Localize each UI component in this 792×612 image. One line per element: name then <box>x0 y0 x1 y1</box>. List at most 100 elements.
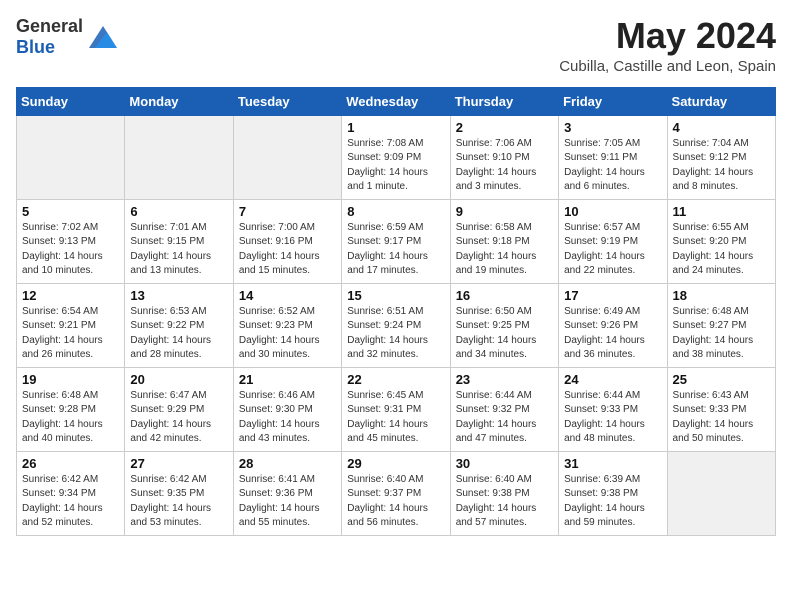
day-info: Sunrise: 6:59 AMSunset: 9:17 PMDaylight:… <box>347 221 444 279</box>
day-number: 19 <box>22 372 119 387</box>
day-number: 5 <box>22 204 119 219</box>
day-number: 6 <box>130 204 227 219</box>
day-info: Sunrise: 6:42 AMSunset: 9:35 PMDaylight:… <box>130 473 227 531</box>
calendar-cell: 8Sunrise: 6:59 AMSunset: 9:17 PMDaylight… <box>342 199 450 283</box>
day-info: Sunrise: 6:42 AMSunset: 9:34 PMDaylight:… <box>22 473 119 531</box>
day-number: 2 <box>456 120 553 135</box>
logo-blue: Blue <box>16 37 55 57</box>
calendar-cell: 10Sunrise: 6:57 AMSunset: 9:19 PMDayligh… <box>559 199 667 283</box>
calendar-cell: 7 Sunrise: 7:00 AMSunset: 9:16 PMDaylight… <box>233 199 341 283</box>
day-info: Sunrise: 6:55 AMSunset: 9:20 PMDaylight:… <box>673 221 770 279</box>
calendar-cell: 2Sunrise: 7:06 AMSunset: 9:10 PMDaylight… <box>450 115 558 199</box>
logo: General Blue <box>16 16 117 58</box>
calendar-cell: 25 Sunrise: 6:43 AMSunset: 9:33 PMDayligh… <box>667 367 775 451</box>
day-info: Sunrise: 6:48 AMSunset: 9:28 PMDaylight:… <box>22 389 119 447</box>
day-number: 20 <box>130 372 227 387</box>
day-info: Sunrise: 6:49 AMSunset: 9:26 PMDaylight:… <box>564 305 661 363</box>
calendar-cell: 30 Sunrise: 6:40 AMSunset: 9:38 PMDayligh… <box>450 451 558 535</box>
calendar-cell <box>125 115 233 199</box>
day-number: 24 <box>564 372 661 387</box>
day-number: 4 <box>673 120 770 135</box>
calendar-week-row: 5 Sunrise: 7:02 AMSunset: 9:13 PMDaylight… <box>17 199 776 283</box>
weekday-header-friday: Friday <box>559 87 667 115</box>
calendar-cell: 21 Sunrise: 6:46 AMSunset: 9:30 PMDayligh… <box>233 367 341 451</box>
calendar-cell: 20 Sunrise: 6:47 AMSunset: 9:29 PMDayligh… <box>125 367 233 451</box>
calendar-cell: 14Sunrise: 6:52 AMSunset: 9:23 PMDayligh… <box>233 283 341 367</box>
day-info: Sunrise: 6:47 AMSunset: 9:29 PMDaylight:… <box>130 389 227 447</box>
day-number: 31 <box>564 456 661 471</box>
day-info: Sunrise: 6:48 AMSunset: 9:27 PMDaylight:… <box>673 305 770 363</box>
day-info: Sunrise: 6:54 AMSunset: 9:21 PMDaylight:… <box>22 305 119 363</box>
calendar-cell: 1Sunrise: 7:08 AMSunset: 9:09 PMDaylight… <box>342 115 450 199</box>
logo-text: General Blue <box>16 16 83 58</box>
calendar-cell: 17 Sunrise: 6:49 AMSunset: 9:26 PMDayligh… <box>559 283 667 367</box>
calendar-cell: 5 Sunrise: 7:02 AMSunset: 9:13 PMDaylight… <box>17 199 125 283</box>
calendar-cell: 16 Sunrise: 6:50 AMSunset: 9:25 PMDayligh… <box>450 283 558 367</box>
day-number: 26 <box>22 456 119 471</box>
calendar-cell: 24 Sunrise: 6:44 AMSunset: 9:33 PMDayligh… <box>559 367 667 451</box>
day-info: Sunrise: 6:52 AMSunset: 9:23 PMDaylight:… <box>239 305 336 363</box>
day-info: Sunrise: 6:50 AMSunset: 9:25 PMDaylight:… <box>456 305 553 363</box>
location-title: Cubilla, Castille and Leon, Spain <box>559 58 776 75</box>
day-number: 15 <box>347 288 444 303</box>
day-number: 7 <box>239 204 336 219</box>
weekday-header-row: SundayMondayTuesdayWednesdayThursdayFrid… <box>17 87 776 115</box>
day-info: Sunrise: 6:41 AMSunset: 9:36 PMDaylight:… <box>239 473 336 531</box>
calendar-cell: 13Sunrise: 6:53 AMSunset: 9:22 PMDayligh… <box>125 283 233 367</box>
day-info: Sunrise: 6:51 AMSunset: 9:24 PMDaylight:… <box>347 305 444 363</box>
calendar-cell: 6Sunrise: 7:01 AMSunset: 9:15 PMDaylight… <box>125 199 233 283</box>
day-info: Sunrise: 6:44 AMSunset: 9:33 PMDaylight:… <box>564 389 661 447</box>
calendar-cell <box>667 451 775 535</box>
calendar-cell: 22Sunrise: 6:45 AMSunset: 9:31 PMDayligh… <box>342 367 450 451</box>
logo-icon <box>89 26 117 48</box>
calendar-table: SundayMondayTuesdayWednesdayThursdayFrid… <box>16 87 776 536</box>
calendar-cell: 23 Sunrise: 6:44 AMSunset: 9:32 PMDayligh… <box>450 367 558 451</box>
calendar-cell: 18Sunrise: 6:48 AMSunset: 9:27 PMDayligh… <box>667 283 775 367</box>
weekday-header-monday: Monday <box>125 87 233 115</box>
calendar-cell: 27 Sunrise: 6:42 AMSunset: 9:35 PMDayligh… <box>125 451 233 535</box>
weekday-header-thursday: Thursday <box>450 87 558 115</box>
month-title: May 2024 <box>559 16 776 56</box>
day-number: 28 <box>239 456 336 471</box>
day-number: 25 <box>673 372 770 387</box>
day-number: 27 <box>130 456 227 471</box>
day-number: 23 <box>456 372 553 387</box>
day-info: Sunrise: 6:45 AMSunset: 9:31 PMDaylight:… <box>347 389 444 447</box>
calendar-cell: 26 Sunrise: 6:42 AMSunset: 9:34 PMDayligh… <box>17 451 125 535</box>
calendar-cell: 12 Sunrise: 6:54 AMSunset: 9:21 PMDayligh… <box>17 283 125 367</box>
page-header: General Blue May 2024 Cubilla, Castille … <box>16 16 776 75</box>
day-number: 30 <box>456 456 553 471</box>
day-info: Sunrise: 6:43 AMSunset: 9:33 PMDaylight:… <box>673 389 770 447</box>
day-number: 10 <box>564 204 661 219</box>
weekday-header-tuesday: Tuesday <box>233 87 341 115</box>
calendar-week-row: 12 Sunrise: 6:54 AMSunset: 9:21 PMDayligh… <box>17 283 776 367</box>
calendar-cell: 9 Sunrise: 6:58 AMSunset: 9:18 PMDaylight… <box>450 199 558 283</box>
day-info: Sunrise: 7:02 AMSunset: 9:13 PMDaylight:… <box>22 221 119 279</box>
calendar-cell: 15 Sunrise: 6:51 AMSunset: 9:24 PMDayligh… <box>342 283 450 367</box>
day-number: 3 <box>564 120 661 135</box>
day-info: Sunrise: 6:40 AMSunset: 9:37 PMDaylight:… <box>347 473 444 531</box>
calendar-week-row: 26 Sunrise: 6:42 AMSunset: 9:34 PMDayligh… <box>17 451 776 535</box>
day-number: 21 <box>239 372 336 387</box>
day-info: Sunrise: 6:44 AMSunset: 9:32 PMDaylight:… <box>456 389 553 447</box>
day-info: Sunrise: 7:04 AMSunset: 9:12 PMDaylight:… <box>673 137 770 195</box>
day-info: Sunrise: 6:40 AMSunset: 9:38 PMDaylight:… <box>456 473 553 531</box>
weekday-header-saturday: Saturday <box>667 87 775 115</box>
day-info: Sunrise: 7:05 AMSunset: 9:11 PMDaylight:… <box>564 137 661 195</box>
day-number: 17 <box>564 288 661 303</box>
day-number: 16 <box>456 288 553 303</box>
calendar-cell: 3 Sunrise: 7:05 AMSunset: 9:11 PMDaylight… <box>559 115 667 199</box>
day-number: 11 <box>673 204 770 219</box>
calendar-cell: 19 Sunrise: 6:48 AMSunset: 9:28 PMDayligh… <box>17 367 125 451</box>
day-number: 29 <box>347 456 444 471</box>
calendar-cell: 11 Sunrise: 6:55 AMSunset: 9:20 PMDayligh… <box>667 199 775 283</box>
calendar-cell <box>233 115 341 199</box>
calendar-week-row: 19 Sunrise: 6:48 AMSunset: 9:28 PMDayligh… <box>17 367 776 451</box>
day-number: 12 <box>22 288 119 303</box>
day-number: 9 <box>456 204 553 219</box>
day-info: Sunrise: 7:00 AMSunset: 9:16 PMDaylight:… <box>239 221 336 279</box>
day-info: Sunrise: 6:46 AMSunset: 9:30 PMDaylight:… <box>239 389 336 447</box>
day-info: Sunrise: 6:58 AMSunset: 9:18 PMDaylight:… <box>456 221 553 279</box>
day-info: Sunrise: 7:08 AMSunset: 9:09 PMDaylight:… <box>347 137 444 195</box>
calendar-cell: 28 Sunrise: 6:41 AMSunset: 9:36 PMDayligh… <box>233 451 341 535</box>
